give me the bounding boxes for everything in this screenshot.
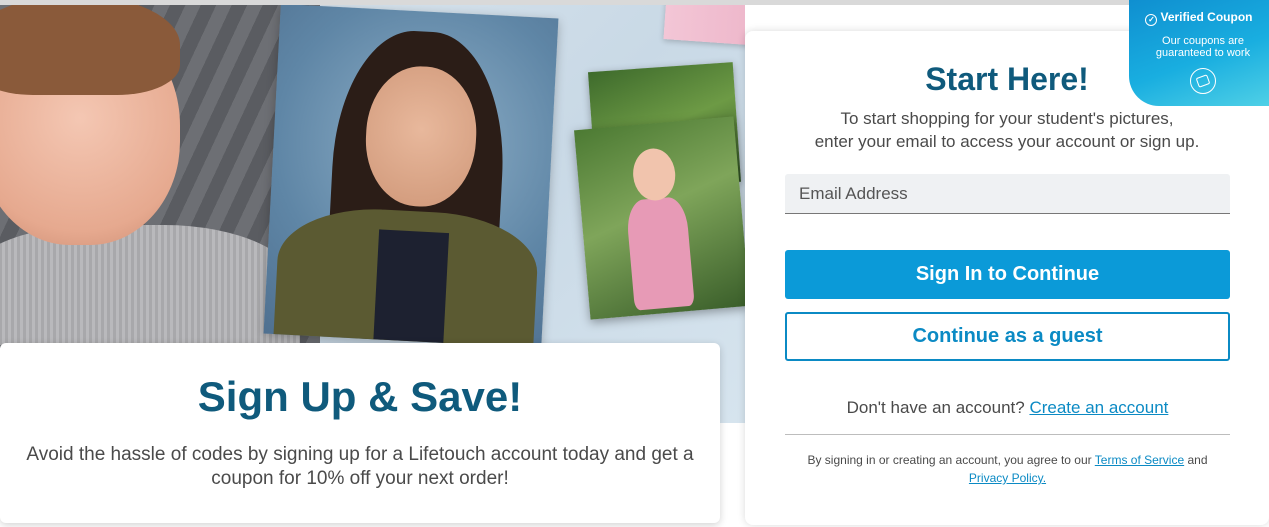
photo-boy: [0, 5, 300, 345]
photo-girl-portrait: [263, 5, 559, 349]
coupon-title-text: Verified Coupon: [1160, 10, 1253, 24]
coupon-badge-text: Our coupons are guaranteed to work: [1139, 35, 1267, 59]
photo-outdoor-girl: [574, 116, 745, 320]
privacy-policy-link[interactable]: Privacy Policy.: [969, 471, 1046, 485]
check-circle-icon: ✓: [1145, 14, 1158, 26]
subtitle-line-2: enter your email to access your account …: [814, 132, 1200, 151]
no-account-line: Don't have an account? Create an account: [785, 398, 1230, 418]
legal-and: and: [1187, 453, 1208, 467]
create-account-link[interactable]: Create an account: [1029, 398, 1168, 417]
terms-of-service-link[interactable]: Terms of Service: [1095, 453, 1184, 467]
legal-notice: By signing in or creating an account, yo…: [785, 451, 1230, 487]
continue-as-guest-button[interactable]: Continue as a guest: [785, 312, 1230, 361]
email-field[interactable]: [785, 174, 1230, 214]
divider: [785, 434, 1230, 435]
subtitle-line-1: To start shopping for your student's pic…: [840, 109, 1174, 128]
coupon-line-2: guaranteed to work: [1155, 47, 1251, 59]
promo-title: Sign Up & Save!: [197, 373, 523, 420]
promo-text: Avoid the hassle of codes by signing up …: [26, 444, 694, 489]
start-subtitle: To start shopping for your student's pic…: [785, 107, 1229, 153]
coupon-badge-title: ✓ Verified Coupon: [1129, 10, 1269, 26]
legal-prefix: By signing in or creating an account, yo…: [807, 453, 1092, 467]
signup-save-card: Sign Up & Save! Avoid the hassle of code…: [0, 343, 720, 523]
coupon-tag-icon: [1190, 68, 1216, 94]
sign-in-button[interactable]: Sign In to Continue: [785, 250, 1230, 299]
coupon-line-1: Our coupons are: [1162, 35, 1244, 47]
no-account-text: Don't have an account?: [846, 398, 1025, 417]
photo-pink-strip: [663, 5, 745, 51]
